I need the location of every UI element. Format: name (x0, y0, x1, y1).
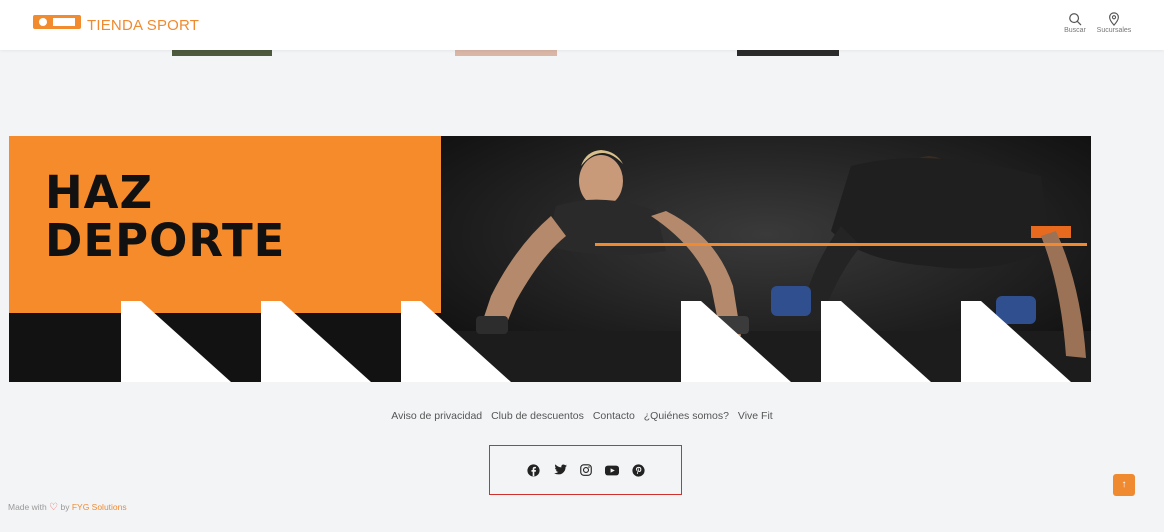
footer-link-contact[interactable]: Contacto (593, 410, 635, 422)
stores-label: Sucursales (1096, 27, 1132, 34)
facebook-icon[interactable] (526, 463, 540, 477)
youtube-icon[interactable] (604, 465, 619, 476)
search-icon (1069, 13, 1082, 26)
stores-button[interactable]: Sucursales (1092, 12, 1136, 34)
product-thumbnail[interactable] (737, 50, 839, 56)
instagram-icon[interactable] (579, 464, 592, 476)
pinterest-icon[interactable] (631, 463, 645, 477)
arrow-up-icon: ↑ (1121, 479, 1127, 490)
twitter-icon[interactable] (553, 464, 567, 476)
banner-accent-strip (595, 243, 1087, 246)
search-label: Buscar (1064, 27, 1086, 34)
site-header: TIENDA SPORT Buscar Sucursales (0, 0, 1164, 50)
footer-link-privacy[interactable]: Aviso de privacidad (391, 410, 482, 422)
scroll-to-top-button[interactable]: ↑ (1113, 474, 1135, 496)
footer-link-about[interactable]: ¿Quiénes somos? (644, 410, 729, 422)
stripes-decoration (121, 301, 1071, 382)
social-links-highlight (489, 445, 682, 495)
made-with-by: by (60, 502, 70, 512)
search-button[interactable]: Buscar (1053, 12, 1097, 34)
product-thumbnail[interactable] (172, 50, 272, 56)
footer-link-discount-club[interactable]: Club de descuentos (491, 410, 584, 422)
location-pin-icon (1109, 12, 1119, 26)
brand-logo[interactable] (33, 15, 81, 29)
footer-links: Aviso de privacidad Club de descuentos C… (0, 410, 1164, 422)
made-with-credit: Made with ♡ by FYG Solutions (8, 502, 127, 513)
product-thumbnail[interactable] (455, 50, 557, 56)
social-icons (490, 446, 681, 494)
promo-banner[interactable]: HAZ DEPORTE (9, 136, 1091, 382)
company-link[interactable]: FYG Solutions (72, 502, 127, 512)
made-with-prefix: Made with (8, 502, 47, 512)
footer-link-vive-fit[interactable]: Vive Fit (738, 410, 773, 422)
heart-icon: ♡ (49, 502, 59, 513)
brand-name[interactable]: TIENDA SPORT (87, 17, 199, 34)
